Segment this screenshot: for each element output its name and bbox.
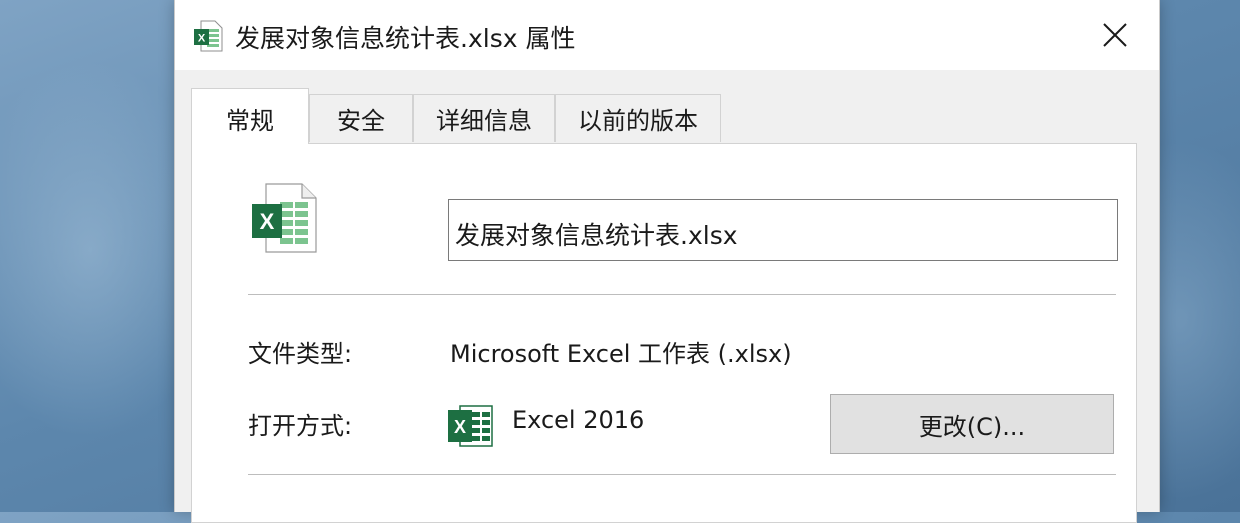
tab-general[interactable]: 常规 <box>191 88 309 144</box>
properties-dialog: X 发展对象信息统计表.xlsx 属性 常规 安全 详细信息 以前的版本 X 发… <box>174 0 1160 523</box>
tab-previous-versions[interactable]: 以前的版本 <box>555 94 721 142</box>
window-title: 发展对象信息统计表.xlsx 属性 <box>235 24 576 53</box>
svg-text:X: X <box>260 209 275 234</box>
open-with-value: Excel 2016 <box>512 406 645 434</box>
separator-bottom <box>248 474 1116 475</box>
tab-bar: 常规 安全 详细信息 以前的版本 <box>191 88 1151 144</box>
close-icon <box>1103 23 1127 47</box>
separator-top <box>248 294 1116 295</box>
file-name-input[interactable] <box>448 199 1118 261</box>
excel-file-icon: X <box>252 183 317 253</box>
tab-security[interactable]: 安全 <box>309 94 413 142</box>
file-type-value: Microsoft Excel 工作表 (.xlsx) <box>450 340 792 368</box>
file-type-label: 文件类型: <box>248 340 353 368</box>
open-with-label: 打开方式: <box>248 412 353 440</box>
tab-details[interactable]: 详细信息 <box>413 94 555 142</box>
title-bar: X 发展对象信息统计表.xlsx 属性 <box>175 0 1159 70</box>
change-button[interactable]: 更改(C)... <box>830 394 1114 454</box>
svg-text:X: X <box>454 417 466 437</box>
close-button[interactable] <box>1071 0 1159 70</box>
excel-app-icon: X <box>448 405 493 447</box>
general-tab-panel: X 文件类型: Microsoft Excel 工作表 (.xlsx) 打开方式… <box>191 143 1137 523</box>
excel-file-icon: X <box>194 20 223 52</box>
svg-text:X: X <box>198 33 206 45</box>
